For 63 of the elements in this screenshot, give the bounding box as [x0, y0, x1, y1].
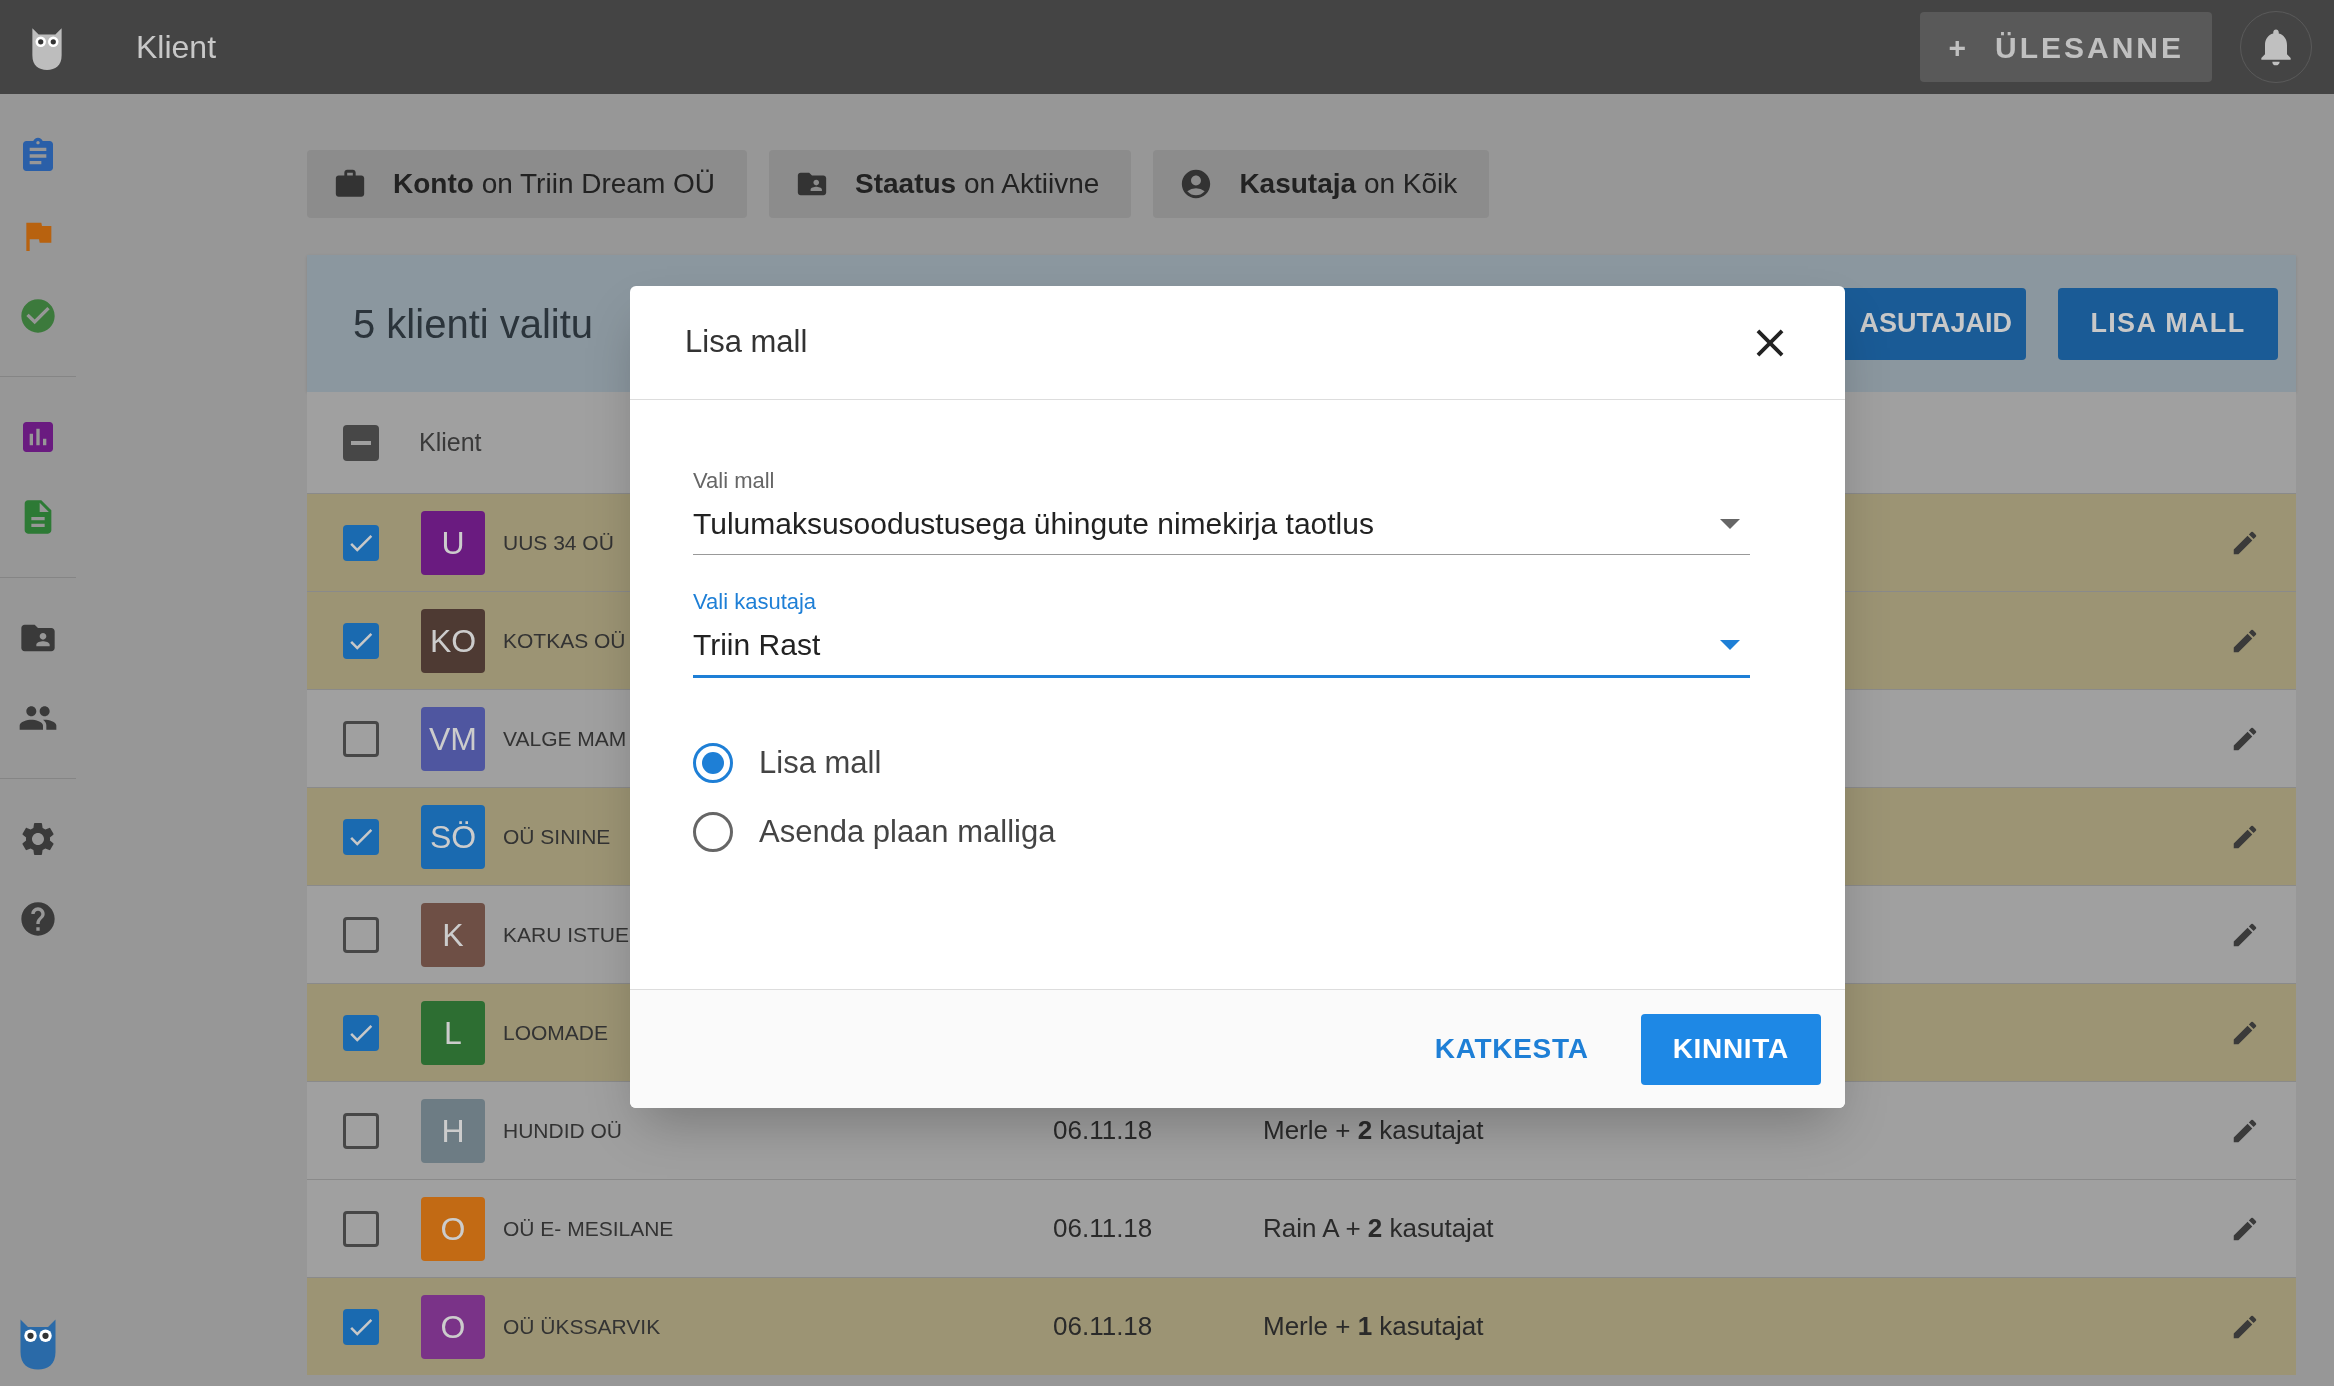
column-header: Klient [419, 426, 482, 458]
field-label: Vali kasutaja [693, 588, 818, 616]
field-value: Tulumaksusoodustusega ühingute nimekirja taotlus [693, 506, 1374, 542]
date-cell-text: 06.11.18 [1053, 1114, 1154, 1147]
select-field[interactable]: Vali mall Tulumaksusoodustusega ühingute nimekirja taotlus [693, 464, 1750, 555]
client-name: VALGE MAM [503, 725, 627, 752]
client-name: KARU ISTUE [503, 921, 630, 948]
row-checkbox[interactable] [343, 720, 379, 757]
client-avatar: H [421, 1098, 485, 1163]
client-avatar: K [421, 902, 485, 967]
dropdown-caret-icon [1720, 518, 1740, 529]
users-cell-text: Merle + 2 kasutajat [1263, 1114, 1484, 1147]
client-avatar: O [421, 1196, 485, 1261]
client-avatar: SÖ [421, 804, 485, 869]
add-template-button[interactable]: LISA MALL [2058, 287, 2278, 360]
client-name: UUS 34 OÜ [503, 529, 614, 556]
client-avatar: L [421, 1000, 485, 1065]
select-field[interactable]: Vali kasutaja Triin Rast [693, 585, 1750, 678]
row-checkbox[interactable] [343, 1112, 379, 1149]
row-checkbox[interactable] [343, 818, 379, 855]
field-value: Triin Rast [693, 627, 821, 663]
date-cell-text: 06.11.18 [1053, 1212, 1154, 1245]
client-avatar: U [421, 510, 485, 575]
users-cell-text: Merle + 1 kasutajat [1263, 1310, 1484, 1343]
page-title: Klient [136, 28, 217, 67]
dialog-title: Lisa mall [685, 323, 808, 362]
select-all-checkbox[interactable] [343, 424, 379, 461]
selection-count: 5 klienti valitu [353, 300, 594, 348]
client-name: OÜ SININE [503, 823, 611, 850]
confirm-button[interactable]: KINNITA [1640, 1013, 1821, 1085]
row-checkbox[interactable] [343, 1014, 379, 1051]
field-label: Vali mall [693, 467, 776, 495]
filter-chip[interactable]: Kasutaja on Kõik [1153, 150, 1490, 218]
row-checkbox[interactable] [343, 916, 379, 953]
row-checkbox[interactable] [343, 622, 379, 659]
client-avatar: O [421, 1294, 485, 1359]
client-name: LOOMADE [503, 1019, 609, 1046]
filter-chip[interactable]: Staatus on Aktiivne [769, 150, 1132, 218]
minus-icon [351, 440, 371, 445]
filter-text: Staatus on Aktiivne [855, 167, 1100, 201]
date-cell-text: 06.11.18 [1053, 1310, 1154, 1343]
row-checkbox[interactable] [343, 524, 379, 561]
filter-chip[interactable]: Konto on Triin Dream OÜ [307, 150, 748, 218]
table-row[interactable]: O OÜ E- MESILANE 06.11.18 Rain A + 2 kasutajat [307, 1179, 2296, 1277]
client-name: HUNDID OÜ [503, 1117, 622, 1144]
radio-label: Asenda plaan malliga [759, 812, 1056, 851]
client-avatar: VM [421, 706, 485, 771]
row-checkbox[interactable] [343, 1210, 379, 1247]
radio-label: Lisa mall [759, 744, 882, 782]
users-cell-text: Rain A + 2 kasutajat [1263, 1212, 1494, 1245]
filter-text: Konto on Triin Dream OÜ [393, 167, 716, 201]
radio-button[interactable] [693, 743, 733, 784]
add-task-button[interactable]: + ÜLESANNE [1920, 12, 2212, 82]
help-icon[interactable] [18, 899, 58, 939]
client-name: OÜ ÜKSSARVIK [503, 1313, 661, 1340]
client-avatar: KO [421, 608, 485, 673]
dropdown-caret-icon [1720, 639, 1740, 650]
client-name: KOTKAS OÜ [503, 627, 626, 654]
row-checkbox[interactable] [343, 1308, 379, 1345]
client-name: OÜ E- MESILANE [503, 1215, 674, 1242]
filter-text: Kasutaja on Kõik [1239, 167, 1458, 201]
radio-button[interactable] [693, 811, 733, 852]
table-row[interactable]: O OÜ ÜKSSARVIK 06.11.18 Merle + 1 kasutajat [307, 1277, 2296, 1375]
